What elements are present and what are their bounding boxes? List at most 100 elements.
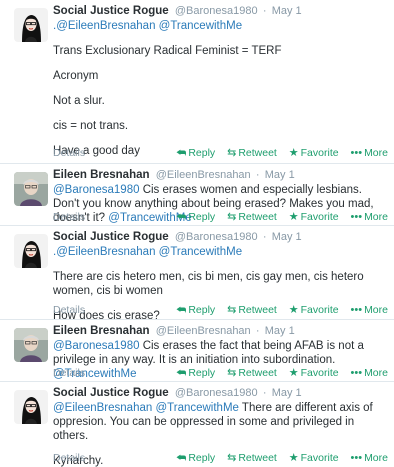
star-icon: ★ — [288, 452, 299, 464]
author-name[interactable]: Eileen Bresnahan — [53, 325, 150, 337]
retweet-button[interactable]: ⇆ Retweet — [227, 365, 277, 381]
more-button[interactable]: ••• More — [351, 209, 389, 225]
author-name[interactable]: Eileen Bresnahan — [53, 169, 150, 181]
star-icon: ★ — [288, 147, 299, 159]
reply-button[interactable]: ⮪ Reply — [176, 365, 215, 381]
star-icon: ★ — [288, 304, 299, 316]
ellipsis-icon: ••• — [350, 147, 363, 159]
more-label: More — [364, 147, 388, 159]
star-icon: ★ — [288, 211, 299, 223]
retweet-icon: ⇆ — [227, 452, 237, 464]
tweet-timestamp[interactable]: May 1 — [272, 231, 302, 243]
header-separator: · — [262, 387, 267, 399]
favorite-button[interactable]: ★ Favorite — [289, 302, 339, 318]
retweet-label: Retweet — [238, 211, 277, 223]
reply-arrow-icon: ⮪ — [176, 367, 187, 379]
favorite-button[interactable]: ★ Favorite — [289, 450, 339, 466]
avatar[interactable] — [14, 234, 48, 268]
more-button[interactable]: ••• More — [351, 302, 389, 318]
details-link[interactable]: Details — [53, 450, 85, 466]
tweet-item[interactable]: Social Justice Rogue @Baronesa1980 · May… — [0, 382, 394, 467]
favorite-button[interactable]: ★ Favorite — [289, 209, 339, 225]
reply-label: Reply — [188, 367, 216, 379]
author-name[interactable]: Social Justice Rogue — [53, 387, 169, 399]
tweet-item[interactable]: Social Justice Rogue @Baronesa1980 · May… — [0, 226, 394, 322]
tweet-footer: Details ⮪ Reply ⇆ Retweet ★ Favorite ••• Mor… — [53, 450, 388, 466]
favorite-button[interactable]: ★ Favorite — [289, 145, 339, 161]
mention-link[interactable]: .@EileenBresnahan @TrancewithMe — [53, 245, 386, 259]
avatar[interactable] — [14, 328, 48, 362]
tweet-paragraph: There are cis hetero men, cis bi men, ci… — [53, 271, 364, 297]
tweet-paragraph: Not a slur. — [53, 95, 105, 107]
reply-button[interactable]: ⮪ Reply — [176, 145, 215, 161]
header-separator: · — [262, 231, 267, 243]
details-link[interactable]: Details — [53, 302, 85, 318]
author-handle[interactable]: @Baronesa1980 — [175, 231, 258, 243]
more-button[interactable]: ••• More — [351, 365, 389, 381]
ellipsis-icon: ••• — [350, 304, 363, 316]
mention-link[interactable]: @EileenBresnahan @TrancewithMe — [53, 402, 239, 414]
more-button[interactable]: ••• More — [351, 450, 389, 466]
retweet-label: Retweet — [238, 452, 277, 464]
header-separator: · — [255, 325, 260, 337]
retweet-label: Retweet — [238, 367, 277, 379]
tweet-timestamp[interactable]: May 1 — [272, 387, 302, 399]
more-label: More — [364, 452, 388, 464]
mention-link[interactable]: @Baronesa1980 — [53, 340, 140, 352]
tweet-actions: ⮪ Reply ⇆ Retweet ★ Favorite ••• More — [167, 145, 388, 161]
favorite-label: Favorite — [300, 147, 339, 159]
retweet-button[interactable]: ⇆ Retweet — [227, 302, 277, 318]
author-handle[interactable]: @Baronesa1980 — [175, 5, 258, 17]
retweet-button[interactable]: ⇆ Retweet — [227, 209, 277, 225]
author-handle[interactable]: @EileenBresnahan — [156, 169, 251, 181]
tweet-item[interactable]: Eileen Bresnahan @EileenBresnahan · May … — [0, 164, 394, 226]
tweet-timeline: Social Justice Rogue @Baronesa1980 · May… — [0, 0, 394, 467]
reply-arrow-icon: ⮪ — [176, 452, 187, 464]
header-separator: · — [262, 5, 267, 17]
retweet-button[interactable]: ⇆ Retweet — [227, 450, 277, 466]
reply-label: Reply — [188, 304, 216, 316]
tweet-timestamp[interactable]: May 1 — [272, 5, 302, 17]
more-button[interactable]: ••• More — [351, 145, 389, 161]
author-name[interactable]: Social Justice Rogue — [53, 231, 169, 243]
favorite-button[interactable]: ★ Favorite — [289, 365, 339, 381]
tweet-header: Social Justice Rogue @Baronesa1980 · May… — [53, 230, 386, 244]
avatar[interactable] — [14, 390, 48, 424]
retweet-button[interactable]: ⇆ Retweet — [227, 145, 277, 161]
reply-arrow-icon: ⮪ — [176, 304, 187, 316]
tweet-header: Eileen Bresnahan @EileenBresnahan · May … — [53, 324, 386, 338]
retweet-icon: ⇆ — [227, 147, 237, 159]
mention-link[interactable]: .@EileenBresnahan @TrancewithMe — [53, 19, 386, 33]
reply-button[interactable]: ⮪ Reply — [176, 209, 215, 225]
avatar[interactable] — [14, 8, 48, 42]
author-handle[interactable]: @Baronesa1980 — [175, 387, 258, 399]
favorite-label: Favorite — [300, 304, 339, 316]
tweet-header: Eileen Bresnahan @EileenBresnahan · May … — [53, 168, 386, 182]
retweet-label: Retweet — [238, 147, 277, 159]
ellipsis-icon: ••• — [350, 367, 363, 379]
tweet-header: Social Justice Rogue @Baronesa1980 · May… — [53, 386, 386, 400]
tweet-timestamp[interactable]: May 1 — [265, 325, 295, 337]
avatar[interactable] — [14, 172, 48, 206]
tweet-timestamp[interactable]: May 1 — [265, 169, 295, 181]
details-link[interactable]: Details — [53, 365, 85, 381]
tweet-actions: ⮪ Reply ⇆ Retweet ★ Favorite ••• More — [167, 209, 388, 225]
author-handle[interactable]: @EileenBresnahan — [156, 325, 251, 337]
more-label: More — [364, 211, 388, 223]
reply-arrow-icon: ⮪ — [176, 147, 187, 159]
tweet-footer: Details ⮪ Reply ⇆ Retweet ★ Favorite ••• Mor… — [53, 365, 388, 381]
reply-label: Reply — [188, 452, 216, 464]
tweet-paragraph: Acronym — [53, 70, 99, 82]
reply-button[interactable]: ⮪ Reply — [176, 302, 215, 318]
tweet-actions: ⮪ Reply ⇆ Retweet ★ Favorite ••• More — [167, 302, 388, 318]
mention-link[interactable]: @Baronesa1980 — [53, 184, 140, 196]
reply-button[interactable]: ⮪ Reply — [176, 450, 215, 466]
author-name[interactable]: Social Justice Rogue — [53, 5, 169, 17]
details-link[interactable]: Details — [53, 145, 85, 161]
details-link[interactable]: Details — [53, 209, 85, 225]
retweet-label: Retweet — [238, 304, 277, 316]
more-label: More — [364, 367, 388, 379]
tweet-item[interactable]: Social Justice Rogue @Baronesa1980 · May… — [0, 0, 394, 164]
tweet-item[interactable]: Eileen Bresnahan @EileenBresnahan · May … — [0, 320, 394, 382]
tweet-paragraph: Trans Exclusionary Radical Feminist = TE… — [53, 45, 282, 57]
